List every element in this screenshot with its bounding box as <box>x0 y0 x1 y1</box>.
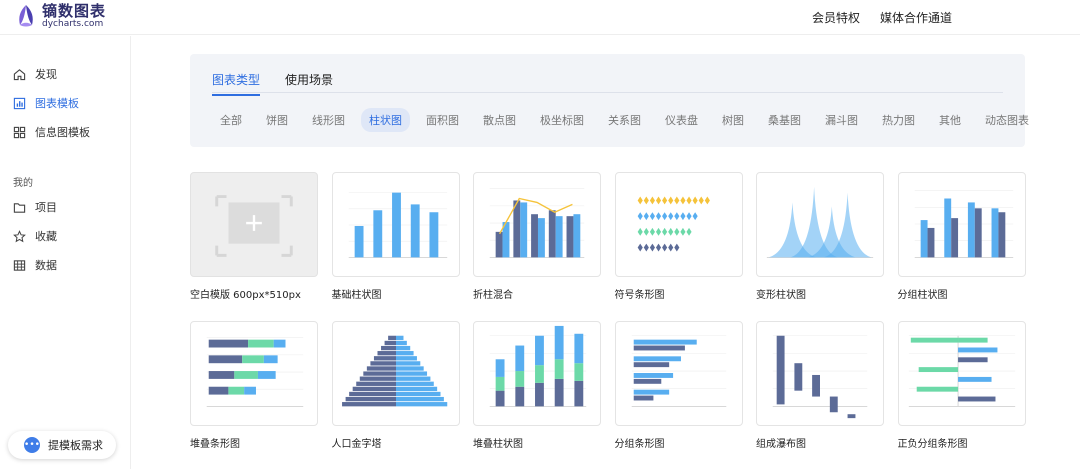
category-tab[interactable]: 热力图 <box>874 108 923 132</box>
category-tab[interactable]: 散点图 <box>475 108 524 132</box>
template-card[interactable]: 正负分组条形图 <box>897 321 1026 450</box>
template-label: 符号条形图 <box>614 290 665 301</box>
template-label: 人口金字塔 <box>331 439 382 450</box>
template-card[interactable]: 折柱混合 <box>473 172 601 301</box>
category-tab[interactable]: 漏斗图 <box>817 108 866 132</box>
template-label: 分组柱状图 <box>897 290 948 301</box>
template-label: 折柱混合 <box>473 290 513 301</box>
category-tab[interactable]: 线形图 <box>304 108 353 132</box>
sidebar: 发现 图表模板 信息图模板 我的 项目 收藏 数据 ••• 提模板需求 <box>0 36 131 469</box>
membership-link[interactable]: 会员特权 <box>812 9 860 26</box>
sidebar-item-label: 发现 <box>35 68 57 81</box>
sidebar-item-favorites[interactable]: 收藏 <box>13 228 57 244</box>
blank-template-thumbnail <box>190 172 318 277</box>
bar-chart-icon <box>13 97 26 109</box>
media-cooperation-link[interactable]: 媒体合作通道 <box>880 9 952 26</box>
sidebar-item-discover[interactable]: 发现 <box>13 66 57 82</box>
sidebar-item-label: 信息图模板 <box>35 126 90 139</box>
top-links: 会员特权 媒体合作通道 <box>812 9 952 26</box>
logo-name: 镝数图表 <box>42 1 107 20</box>
sidebar-item-data[interactable]: 数据 <box>13 257 57 273</box>
template-thumbnail <box>331 321 460 426</box>
template-label: 组成瀑布图 <box>756 439 806 450</box>
request-template-label: 提模板需求 <box>48 439 103 452</box>
grid-icon <box>13 126 26 138</box>
template-thumbnail <box>897 172 1026 277</box>
template-card[interactable]: 变形柱状图 <box>756 172 884 301</box>
template-label: 变形柱状图 <box>756 290 806 301</box>
template-label: 堆叠柱状图 <box>473 439 523 450</box>
filter-panel: 图表类型 使用场景 全部 饼图 线形图 柱状图 面积图 散点图 极坐标图 关系图 仪表盘 树图 桑基… <box>190 54 1029 147</box>
logo[interactable]: 镝数图表 dycharts.com <box>14 3 106 29</box>
category-tab[interactable]: 极坐标图 <box>532 108 592 132</box>
logo-domain: dycharts.com <box>42 18 104 29</box>
category-list: 全部 饼图 线形图 柱状图 面积图 散点图 极坐标图 关系图 仪表盘 树图 桑基图 漏斗图 热力图 其他动… <box>212 108 1045 132</box>
add-icon <box>215 195 293 257</box>
template-card[interactable]: 符号条形图 <box>614 172 743 301</box>
template-thumbnail <box>756 172 884 277</box>
template-thumbnail <box>614 321 743 426</box>
template-card[interactable]: 基础柱状图 <box>331 172 460 301</box>
template-card[interactable]: 人口金字塔 <box>331 321 460 450</box>
sidebar-item-label: 图表模板 <box>35 97 79 110</box>
top-bar: 镝数图表 dycharts.com 会员特权 媒体合作通道 <box>0 0 1080 35</box>
template-thumbnail <box>331 172 460 277</box>
template-card[interactable]: 分组条形图 <box>614 321 743 450</box>
template-card[interactable]: 堆叠柱状图 <box>473 321 601 450</box>
template-label: 空白模版 600px*510px <box>190 290 301 301</box>
sidebar-item-chart-templates[interactable]: 图表模板 <box>13 95 79 111</box>
category-tab[interactable]: 树图 <box>714 108 752 132</box>
template-label: 基础柱状图 <box>331 290 382 301</box>
template-card[interactable]: 组成瀑布图 <box>756 321 884 450</box>
folder-icon <box>13 202 26 213</box>
chat-bubble-icon: ••• <box>24 437 40 453</box>
template-thumbnail <box>473 172 601 277</box>
sidebar-item-projects[interactable]: 项目 <box>13 199 57 215</box>
category-tab[interactable]: 饼图 <box>258 108 296 132</box>
template-label: 堆叠条形图 <box>190 439 240 450</box>
category-tab[interactable]: 桑基图 <box>760 108 809 132</box>
sidebar-section-title: 我的 <box>13 178 33 189</box>
template-thumbnail <box>756 321 884 426</box>
sidebar-item-label: 数据 <box>35 259 57 272</box>
tab-divider <box>212 92 1003 93</box>
template-label: 正负分组条形图 <box>897 439 968 450</box>
logo-icon <box>19 5 33 27</box>
template-card[interactable]: 分组柱状图 <box>897 172 1026 301</box>
template-label: 分组条形图 <box>614 439 665 450</box>
template-card[interactable]: 堆叠条形图 <box>190 321 318 450</box>
template-thumbnail <box>614 172 743 277</box>
category-tab[interactable]: 关系图 <box>600 108 649 132</box>
table-icon <box>13 259 26 271</box>
blank-template-card[interactable]: 空白模版 600px*510px <box>190 172 318 301</box>
category-tab[interactable]: 仪表盘 <box>657 108 706 132</box>
template-thumbnail <box>897 321 1026 426</box>
category-tab[interactable]: 柱状图 <box>361 108 410 132</box>
home-icon <box>13 68 26 80</box>
template-thumbnail <box>190 321 318 426</box>
category-tab[interactable]: 其他 <box>931 108 969 132</box>
sidebar-item-label: 项目 <box>35 201 57 214</box>
sidebar-item-label: 收藏 <box>35 230 57 243</box>
template-thumbnail <box>473 321 601 426</box>
category-tab[interactable]: 面积图 <box>418 108 467 132</box>
category-tab[interactable]: 动态图表 <box>977 108 1037 132</box>
sidebar-item-infographic-templates[interactable]: 信息图模板 <box>13 124 90 140</box>
category-tab[interactable]: 全部 <box>212 108 250 132</box>
request-template-button[interactable]: ••• 提模板需求 <box>8 431 116 459</box>
star-icon <box>13 229 26 242</box>
